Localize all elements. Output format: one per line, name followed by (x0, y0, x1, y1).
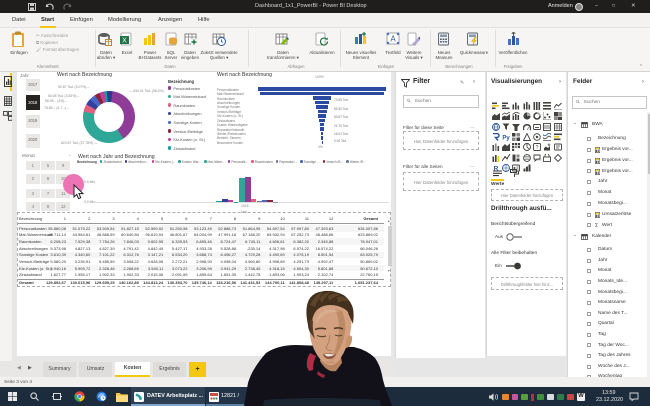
svg-text:X: X (122, 38, 127, 45)
svg-text:A: A (390, 35, 396, 44)
